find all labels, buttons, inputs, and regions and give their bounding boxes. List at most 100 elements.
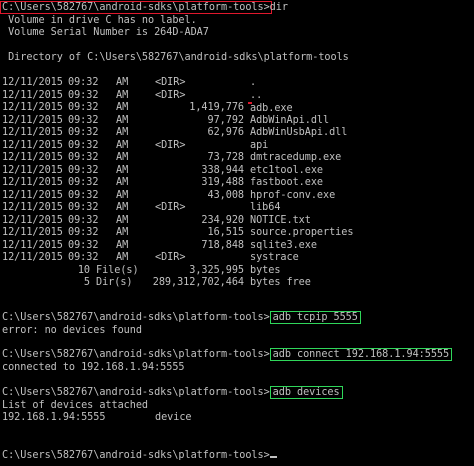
- file-time: 09:32: [68, 77, 99, 88]
- summary-dir-count: 5: [83, 277, 90, 288]
- command-highlight-green: adb devices: [269, 386, 343, 399]
- file-size: 97,792: [207, 114, 244, 126]
- file-date: 12/11/2015: [2, 227, 63, 238]
- file-ampm: AM: [116, 189, 129, 201]
- file-name: lib64: [250, 202, 281, 213]
- file-ampm: AM: [116, 252, 129, 263]
- file-size: 62,976: [207, 127, 244, 138]
- console-window[interactable]: C:\Users\582767\android-sdks\platform-to…: [0, 0, 474, 466]
- file-row: 12/11/2015 09:32 AM 718,848 sqlite3.exe: [2, 240, 317, 253]
- file-date: 12/11/2015: [2, 202, 63, 213]
- file-time: 09:32: [68, 152, 99, 163]
- device-state: device: [155, 412, 192, 423]
- file-date: 12/11/2015: [2, 164, 63, 176]
- file-time: 09:32: [68, 139, 99, 151]
- file-name-highlight-red: adb.exe: [248, 102, 293, 114]
- file-ampm: AM: [116, 202, 129, 213]
- text-cursor: [269, 456, 277, 458]
- file-name: api: [250, 139, 269, 151]
- summary-files-line: 10 File(s) 3,325,995 bytes: [2, 265, 281, 278]
- file-row: 12/11/2015 09:32 AM 97,792 AdbWinApi.dll: [2, 115, 329, 128]
- file-time: 09:32: [68, 214, 99, 226]
- summary-dir-label: Dir(s): [96, 277, 133, 288]
- file-row: 12/11/2015 09:32 AM 1,419,776 adb.exe: [2, 102, 293, 115]
- file-name: sqlite3.exe: [250, 239, 317, 251]
- summary-dirs-line: 5 Dir(s) 289,312,702,464 bytes free: [2, 277, 311, 290]
- device-serial: 192.168.1.94:5555: [2, 412, 106, 423]
- command-dir: dir: [269, 2, 288, 13]
- file-ampm: AM: [116, 139, 129, 151]
- prompt-highlight-red: C:\Users\582767\android-sdks\platform-to…: [0, 1, 272, 14]
- file-time: 09:32: [68, 164, 99, 176]
- file-name: fastboot.exe: [250, 177, 324, 188]
- file-date: 12/11/2015: [2, 102, 63, 113]
- file-row: 12/11/2015 09:32 AM 16,515 source.proper…: [2, 227, 353, 240]
- summary-file-size: 3,325,995: [189, 264, 244, 276]
- file-name: source.properties: [250, 227, 354, 238]
- file-date: 12/11/2015: [2, 177, 63, 188]
- command-devices: adb devices: [272, 387, 340, 398]
- file-name: .: [250, 77, 257, 88]
- command-line-devices: C:\Users\582767\android-sdks\platform-to…: [2, 386, 343, 400]
- file-ampm: AM: [116, 227, 129, 238]
- command-connect: adb connect 192.168.1.94:5555: [272, 349, 450, 360]
- file-ampm: AM: [116, 239, 129, 251]
- file-date: 12/11/2015: [2, 89, 63, 101]
- file-date: 12/11/2015: [2, 114, 63, 126]
- file-name: systrace: [250, 252, 299, 263]
- file-ampm: AM: [116, 152, 129, 163]
- file-date: 12/11/2015: [2, 152, 63, 163]
- command-line-tcpip: C:\Users\582767\android-sdks\platform-to…: [2, 311, 361, 325]
- file-dir-marker: <DIR>: [155, 252, 186, 263]
- summary-dir-unit: bytes free: [250, 277, 311, 288]
- file-dir-marker: <DIR>: [155, 89, 186, 101]
- volume-label-line: Volume in drive C has no label.: [2, 14, 197, 26]
- file-dir-marker: <DIR>: [155, 77, 186, 88]
- file-name: etc1tool.exe: [250, 164, 324, 176]
- file-time: 09:32: [68, 89, 99, 101]
- output-tcpip: error: no devices found: [2, 324, 142, 336]
- file-ampm: AM: [116, 89, 129, 101]
- file-size: 73,728: [207, 152, 244, 163]
- device-row: 192.168.1.94:5555 device: [2, 412, 192, 425]
- summary-dir-size: 289,312,702,464: [152, 277, 244, 288]
- file-size: 234,920: [201, 214, 244, 226]
- prompt: C:\Users\582767\android-sdks\platform-to…: [2, 312, 270, 323]
- file-size: 1,419,776: [189, 102, 244, 113]
- file-name: ..: [250, 89, 263, 101]
- volume-serial-line: Volume Serial Number is 264D-ADA7: [2, 27, 209, 38]
- file-row: 12/11/2015 09:32 AM 62,976 AdbWinUsbApi.…: [2, 127, 347, 140]
- command-highlight-green: adb tcpip 5555: [269, 311, 361, 324]
- file-date: 12/11/2015: [2, 214, 63, 226]
- output-devices-header: List of devices attached: [2, 399, 149, 411]
- command-highlight-green: adb connect 192.168.1.94:5555: [269, 348, 453, 361]
- file-size: 319,488: [201, 177, 244, 188]
- file-row: 12/11/2015 09:32 AM <DIR> ..: [2, 90, 262, 103]
- file-time: 09:32: [68, 227, 99, 238]
- file-size: 43,008: [207, 189, 244, 201]
- file-time: 09:32: [68, 177, 99, 188]
- file-ampm: AM: [116, 177, 129, 188]
- prompt: C:\Users\582767\android-sdks\platform-to…: [2, 450, 270, 461]
- file-size: 718,848: [201, 239, 244, 251]
- summary-file-unit: bytes: [250, 264, 281, 276]
- file-row: 12/11/2015 09:32 AM <DIR> api: [2, 140, 268, 153]
- file-date: 12/11/2015: [2, 189, 63, 201]
- file-date: 12/11/2015: [2, 239, 63, 251]
- file-time: 09:32: [68, 127, 99, 138]
- file-name: dmtracedump.exe: [250, 152, 342, 163]
- file-time: 09:32: [68, 114, 99, 126]
- file-name: hprof-conv.exe: [250, 189, 336, 201]
- command-line-current[interactable]: C:\Users\582767\android-sdks\platform-to…: [2, 450, 277, 463]
- file-date: 12/11/2015: [2, 127, 63, 138]
- summary-file-count: 10: [77, 264, 90, 276]
- file-name: NOTICE.txt: [250, 214, 311, 226]
- file-name: AdbWinApi.dll: [250, 114, 330, 126]
- command-tcpip: adb tcpip 5555: [272, 312, 358, 323]
- file-row: 12/11/2015 09:32 AM <DIR> .: [2, 77, 256, 90]
- file-size: 338,944: [201, 164, 244, 176]
- directory-of-line: Directory of C:\Users\582767\android-sdk…: [2, 52, 349, 63]
- file-ampm: AM: [116, 114, 129, 126]
- command-line-connect: C:\Users\582767\android-sdks\platform-to…: [2, 348, 453, 362]
- prompt: C:\Users\582767\android-sdks\platform-to…: [2, 387, 270, 398]
